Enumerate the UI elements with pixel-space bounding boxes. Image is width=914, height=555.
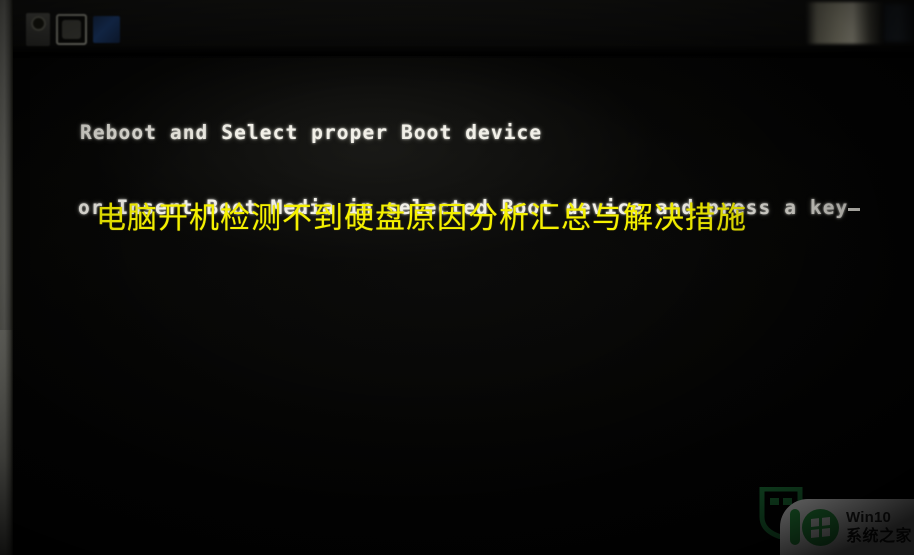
bios-boot-error-photo: Reboot and Select proper Boot device or … [0, 0, 914, 555]
logo-digit-zero [802, 508, 839, 546]
watermark-subtitle: 系统之家 [846, 526, 913, 545]
watermark-card[interactable]: Win10 系统之家 [780, 499, 914, 555]
watermark-text: Win10 系统之家 [846, 510, 912, 544]
windows-flag-icon [811, 516, 830, 538]
monitor-top-bezel [13, 0, 914, 52]
windows-pane-4 [821, 527, 830, 537]
bezel-control-group[interactable] [26, 13, 120, 46]
power-button-icon[interactable] [26, 13, 50, 46]
bios-message-line-1: Reboot and Select proper Boot device [80, 121, 543, 144]
text-cursor-icon [848, 208, 861, 211]
menu-button-inner [62, 20, 81, 39]
overlay-caption: 电脑开机检测不到硬盘原因分析汇总与解决措施 [96, 201, 747, 236]
menu-button-icon[interactable] [56, 14, 87, 45]
logo-digit-one [790, 509, 800, 545]
site-watermark[interactable]: Win10 系统之家 [756, 487, 914, 555]
bezel-dark-reflection [884, 4, 914, 42]
monitor-left-edge-lower [0, 330, 13, 555]
watermark-title: Win10 [846, 509, 892, 526]
bezel-light-reflection [806, 2, 884, 44]
windows-pane-1 [811, 517, 820, 527]
bios-message-block: Reboot and Select proper Boot device or … [78, 70, 861, 270]
win10-logo-icon [790, 508, 839, 546]
windows-pane-3 [811, 528, 820, 538]
bezel-panel-seam [13, 46, 914, 58]
power-button-ring [30, 16, 46, 31]
status-led-icon [93, 16, 120, 43]
windows-pane-2 [821, 516, 830, 526]
